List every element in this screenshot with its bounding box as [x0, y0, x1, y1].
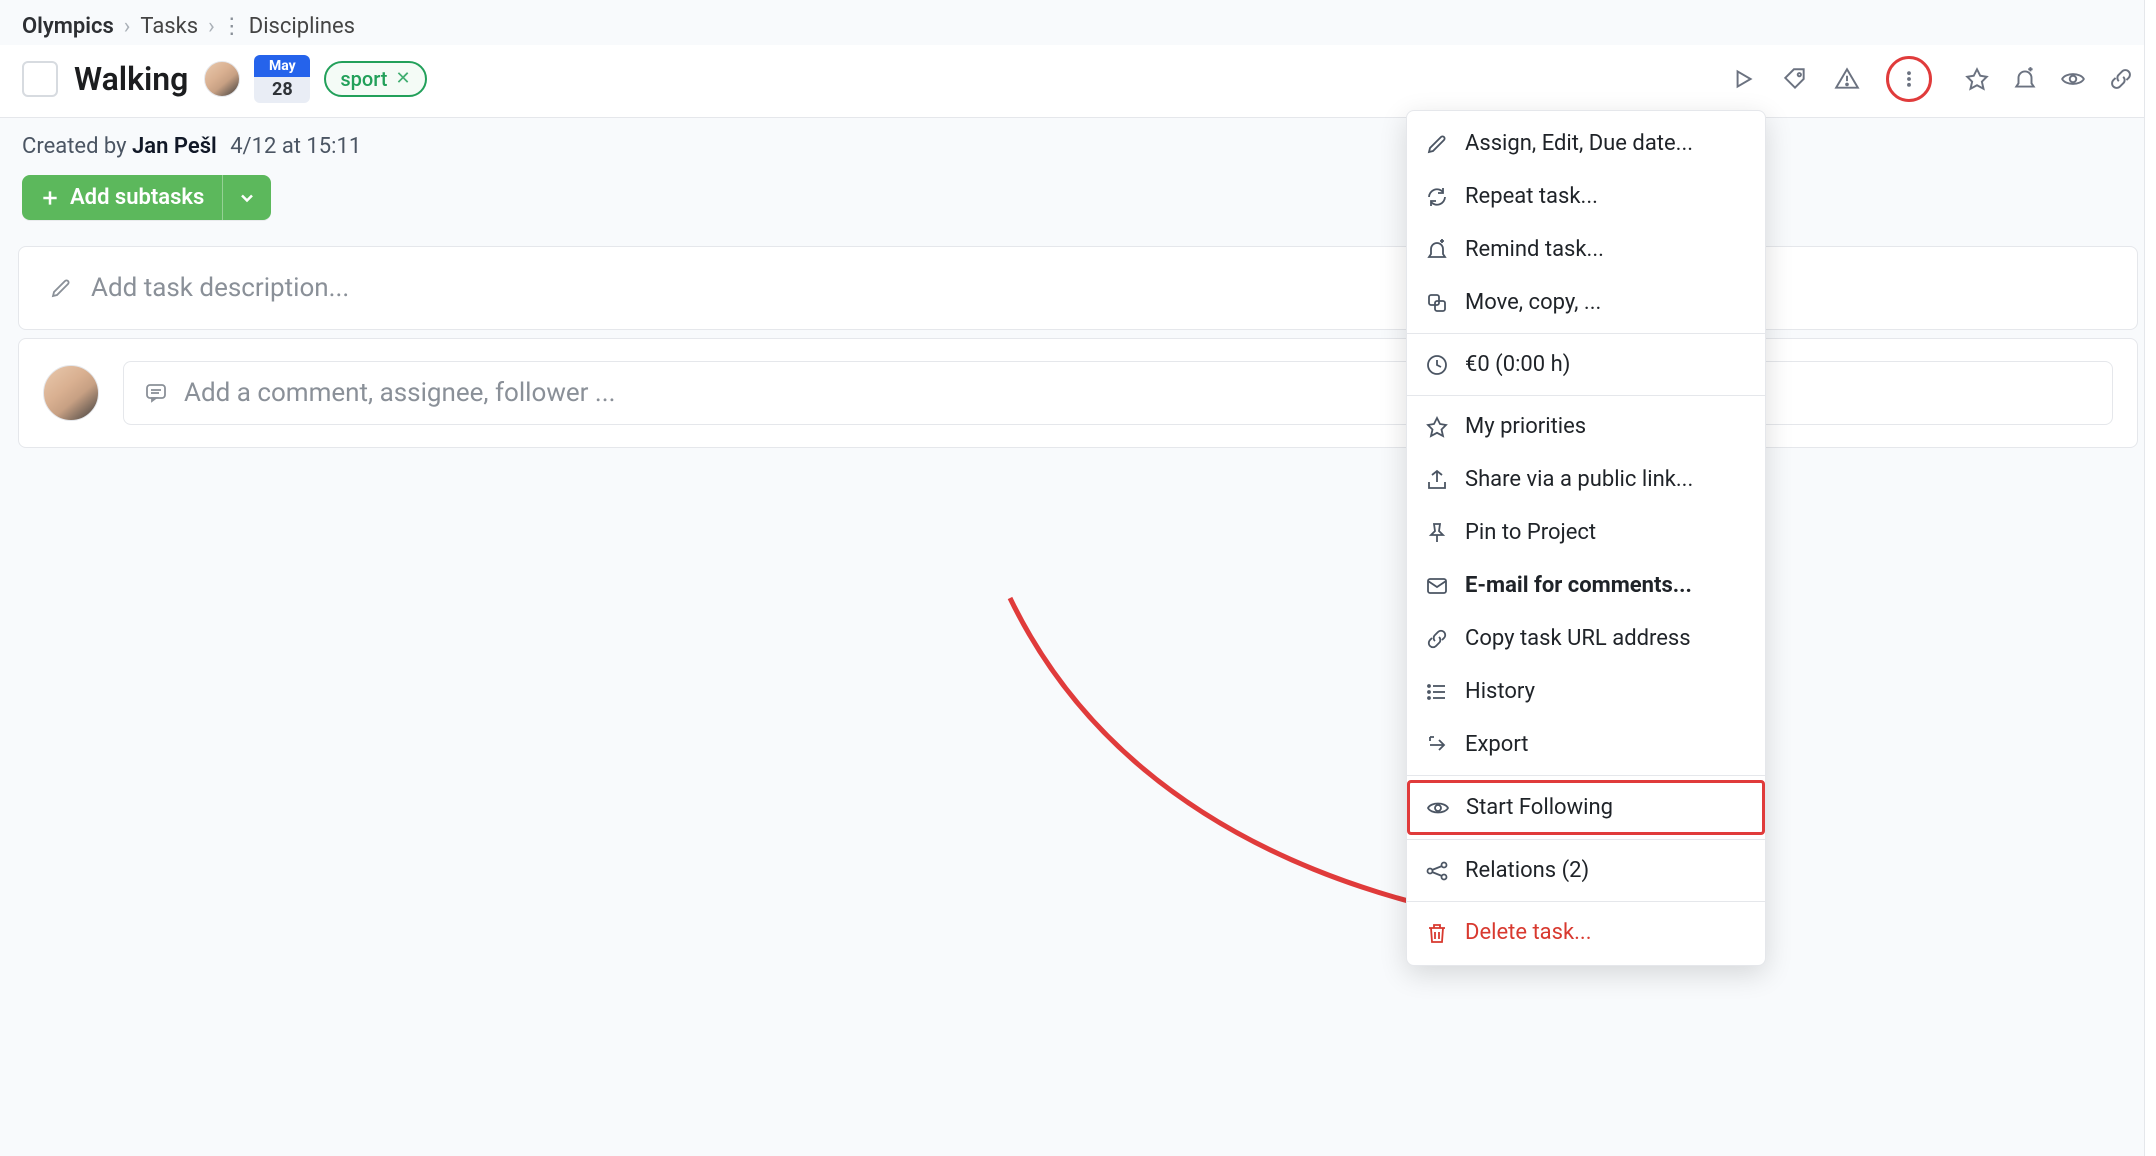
more-menu-button[interactable] [1886, 56, 1932, 102]
menu-divider [1407, 333, 1765, 334]
due-month: May [254, 55, 310, 77]
meta-prefix: Created by [22, 134, 132, 159]
menu-label: Move, copy, ... [1465, 290, 1601, 315]
menu-label: Assign, Edit, Due date... [1465, 131, 1693, 156]
tag-sport[interactable]: sport ✕ [324, 61, 426, 97]
clock-icon [1425, 353, 1449, 377]
menu-label: Pin to Project [1465, 520, 1596, 545]
titlebar-secondary-actions [1964, 66, 2134, 92]
menu-label: E-mail for comments... [1465, 573, 1692, 598]
menu-divider [1407, 775, 1765, 776]
menu-item-relations[interactable]: Relations (2) [1407, 844, 1765, 897]
task-description-placeholder: Add task description... [91, 273, 349, 303]
menu-label: Remind task... [1465, 237, 1604, 262]
refresh-icon [1425, 185, 1449, 209]
side-sliver [2144, 0, 2156, 1156]
star-icon [1425, 415, 1449, 439]
menu-item-pin[interactable]: Pin to Project [1407, 506, 1765, 559]
plus-icon [40, 188, 60, 208]
task-complete-checkbox[interactable] [22, 61, 58, 97]
star-icon[interactable] [1964, 66, 1990, 92]
menu-item-remind[interactable]: Remind task... [1407, 223, 1765, 276]
add-subtasks-label: Add subtasks [70, 185, 204, 210]
pin-icon [1425, 521, 1449, 545]
menu-label: Start Following [1466, 795, 1613, 820]
breadcrumb: Olympics › Tasks › ⋮ Disciplines [0, 0, 2156, 45]
add-subtasks-caret[interactable] [222, 175, 271, 220]
task-title[interactable]: Walking [72, 60, 190, 98]
due-day: 28 [264, 77, 301, 103]
breadcrumb-more-icon[interactable]: ⋮ [225, 14, 239, 39]
breadcrumb-disciplines[interactable]: Disciplines [249, 14, 355, 39]
pencil-icon [1425, 132, 1449, 156]
meta-author[interactable]: Jan Pešl [132, 134, 217, 159]
menu-label: History [1465, 679, 1535, 704]
pencil-icon [49, 276, 73, 300]
menu-label: Export [1465, 732, 1529, 757]
menu-label: Copy task URL address [1465, 626, 1691, 651]
menu-label: Repeat task... [1465, 184, 1598, 209]
menu-label: Relations (2) [1465, 858, 1589, 883]
trash-icon [1425, 921, 1449, 945]
menu-divider [1407, 901, 1765, 902]
link-icon [1425, 627, 1449, 651]
mail-icon [1425, 574, 1449, 598]
eye-icon [1426, 796, 1450, 820]
task-context-menu: Assign, Edit, Due date... Repeat task...… [1406, 110, 1766, 966]
chevron-right-icon: › [208, 14, 215, 39]
menu-item-my-priorities[interactable]: My priorities [1407, 400, 1765, 453]
list-icon [1425, 680, 1449, 704]
task-titlebar: Walking May 28 sport ✕ [0, 45, 2156, 118]
eye-icon[interactable] [2060, 66, 2086, 92]
breadcrumb-tasks[interactable]: Tasks [140, 14, 198, 39]
menu-item-export[interactable]: Export [1407, 718, 1765, 771]
add-subtasks-button[interactable]: Add subtasks [22, 175, 271, 220]
due-date-badge[interactable]: May 28 [254, 55, 310, 103]
comment-placeholder: Add a comment, assignee, follower ... [184, 378, 615, 408]
play-icon[interactable] [1730, 66, 1756, 92]
menu-item-history[interactable]: History [1407, 665, 1765, 718]
reminder-bell-icon [1425, 238, 1449, 262]
menu-item-move-copy[interactable]: Move, copy, ... [1407, 276, 1765, 329]
assignee-avatar[interactable] [204, 61, 240, 97]
task-description-card[interactable]: Add task description... [18, 246, 2138, 330]
menu-item-delete[interactable]: Delete task... [1407, 906, 1765, 959]
tag-icon[interactable] [1782, 66, 1808, 92]
menu-item-cost-time[interactable]: €0 (0:00 h) [1407, 338, 1765, 391]
menu-label: Delete task... [1465, 920, 1592, 945]
menu-label: Share via a public link... [1465, 467, 1693, 492]
current-user-avatar[interactable] [43, 365, 99, 421]
menu-label: My priorities [1465, 414, 1586, 439]
menu-item-start-following[interactable]: Start Following [1407, 780, 1765, 835]
menu-item-repeat[interactable]: Repeat task... [1407, 170, 1765, 223]
link-icon[interactable] [2108, 66, 2134, 92]
menu-item-copy-url[interactable]: Copy task URL address [1407, 612, 1765, 665]
menu-item-assign-edit[interactable]: Assign, Edit, Due date... [1407, 117, 1765, 170]
comment-icon [144, 381, 168, 405]
reminder-bell-icon[interactable] [2012, 66, 2038, 92]
menu-divider [1407, 395, 1765, 396]
menu-item-email-comments[interactable]: E-mail for comments... [1407, 559, 1765, 612]
tag-label: sport [340, 67, 387, 91]
chevron-down-icon [237, 188, 257, 208]
menu-divider [1407, 839, 1765, 840]
comment-card: Add a comment, assignee, follower ... [18, 338, 2138, 448]
task-meta: Created by Jan Pešl 4/12 at 15:11 [0, 118, 2156, 171]
titlebar-actions [1730, 56, 1932, 102]
export-arrow-icon [1425, 733, 1449, 757]
menu-label: €0 (0:00 h) [1465, 352, 1570, 377]
comment-input[interactable]: Add a comment, assignee, follower ... [123, 361, 2113, 425]
menu-item-share-link[interactable]: Share via a public link... [1407, 453, 1765, 506]
chevron-right-icon: › [124, 14, 131, 39]
tag-remove-icon[interactable]: ✕ [395, 70, 410, 88]
meta-time: 4/12 at 15:11 [230, 134, 361, 159]
relations-icon [1425, 859, 1449, 883]
breadcrumb-root[interactable]: Olympics [22, 14, 114, 39]
alert-triangle-icon[interactable] [1834, 66, 1860, 92]
upload-icon [1425, 468, 1449, 492]
move-copy-icon [1425, 291, 1449, 315]
